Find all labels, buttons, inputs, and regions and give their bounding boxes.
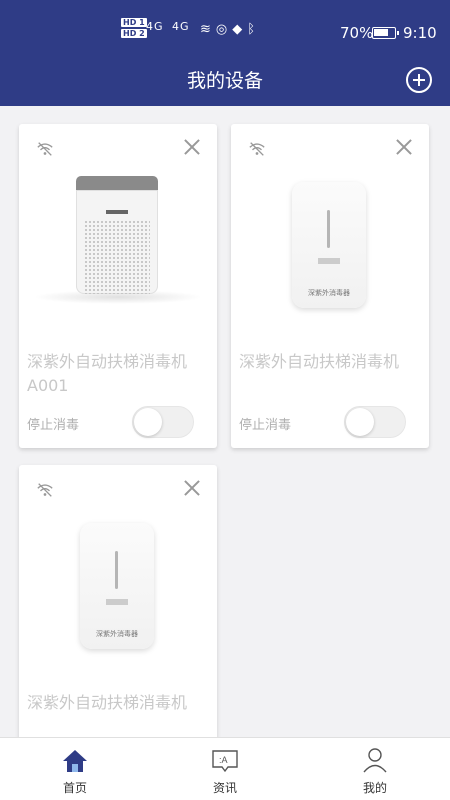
bottom-tab-bar: 首页 :A 资讯 我的 — [0, 737, 450, 800]
device-label: 深紫外消毒器 — [308, 289, 350, 297]
app-icon: ◎ — [215, 22, 228, 37]
page-title: 我的设备 — [186, 70, 263, 92]
clock: 9:10 — [403, 24, 437, 42]
delete-device-button[interactable] — [181, 136, 203, 158]
hd1-badge: HD 1 — [121, 18, 147, 27]
device-card[interactable]: 深紫外消毒器 深紫外自动扶梯消毒机 停止消毒 — [231, 124, 429, 448]
device-card[interactable]: 深紫外消毒器 深紫外自动扶梯消毒机 — [19, 465, 217, 755]
wifi-off-icon — [249, 142, 265, 156]
bluetooth-icon: ᛒ — [247, 22, 256, 37]
device-name: 深紫外自动扶梯消毒机 — [27, 693, 188, 712]
device-label: 深紫外消毒器 — [96, 630, 138, 638]
device-card[interactable]: 深紫外自动扶梯消毒机 A001 停止消毒 — [19, 124, 217, 448]
tab-label: 资讯 — [212, 781, 237, 795]
notification-icon: ◆ — [232, 22, 243, 37]
device-status: 停止消毒 — [27, 418, 80, 433]
wifi-icon: ≋ — [200, 22, 211, 37]
device-name: 深紫外自动扶梯消毒机 — [239, 352, 400, 371]
tab-label: 我的 — [362, 781, 387, 795]
uv-sterilizer-image: 深紫外消毒器 — [292, 182, 366, 308]
tab-news[interactable]: :A 资讯 — [150, 738, 300, 800]
disinfect-toggle[interactable] — [132, 406, 194, 438]
tab-label: 首页 — [62, 781, 87, 795]
news-icon: :A — [212, 750, 238, 773]
home-icon — [63, 750, 87, 772]
svg-text::A: :A — [219, 755, 228, 765]
delete-device-button[interactable] — [181, 477, 203, 499]
app-header: HD 1 HD 2 4G 4G ≋ ◎ ◆ ᛒ 70% 9:10 我的设备 — [0, 0, 450, 106]
battery-icon — [372, 27, 399, 39]
wifi-off-icon — [37, 142, 53, 156]
device-name: 深紫外自动扶梯消毒机 A001 — [27, 352, 188, 395]
profile-icon — [363, 748, 387, 773]
uv-sterilizer-image: 深紫外消毒器 — [80, 523, 154, 649]
tab-profile[interactable]: 我的 — [300, 738, 450, 800]
hd2-badge: HD 2 — [121, 29, 147, 38]
delete-device-button[interactable] — [393, 136, 415, 158]
signal-label-2: 4G — [172, 20, 190, 33]
battery-percent: 70% — [340, 24, 374, 42]
device-status: 停止消毒 — [239, 418, 292, 433]
wifi-off-icon — [37, 483, 53, 497]
signal-label-1: 4G — [146, 20, 164, 33]
add-device-button[interactable] — [406, 67, 432, 93]
tab-home[interactable]: 首页 — [0, 738, 150, 800]
air-purifier-image — [76, 176, 158, 296]
status-icons: ≋ ◎ ◆ ᛒ — [200, 22, 255, 37]
disinfect-toggle[interactable] — [344, 406, 406, 438]
status-bar: HD 1 HD 2 4G 4G ≋ ◎ ◆ ᛒ 70% 9:10 — [0, 0, 450, 56]
